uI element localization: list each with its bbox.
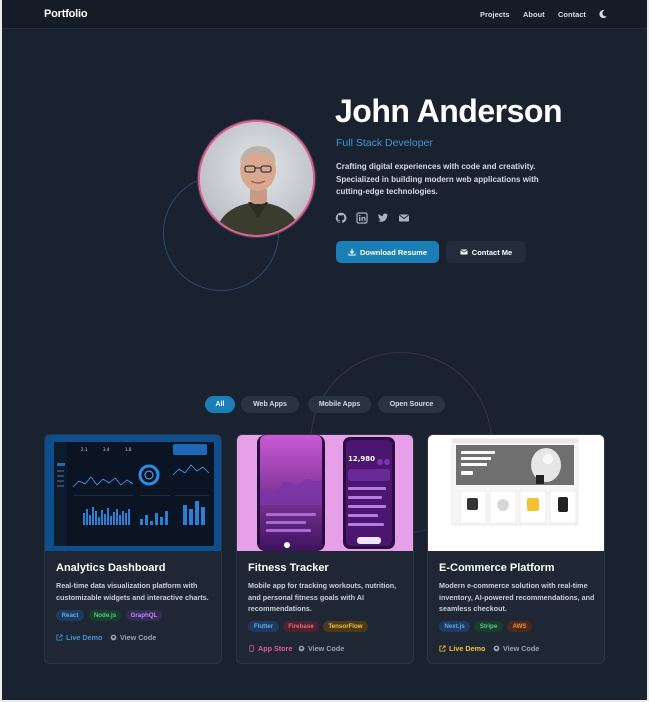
download-resume-button[interactable]: Download Resume — [336, 241, 439, 263]
github-icon — [110, 634, 117, 641]
hero-role: Full Stack Developer — [336, 137, 433, 149]
github-icon — [493, 645, 500, 652]
filter-mobile-apps[interactable]: Mobile Apps — [308, 396, 371, 413]
view-code-link[interactable]: View Code — [298, 644, 344, 653]
hero-name: John Anderson — [335, 93, 562, 129]
tag-graphql: GraphQL — [126, 610, 162, 621]
live-demo-link[interactable]: Live Demo — [439, 644, 485, 653]
twitter-icon[interactable] — [377, 212, 389, 224]
phone-stat: 12,980 — [348, 455, 375, 463]
page: Portfolio Projects About Contact John An… — [2, 0, 647, 700]
svg-text:3.4: 3.4 — [103, 447, 110, 452]
project-title: Analytics Dashboard — [56, 562, 166, 574]
project-title: E-Commerce Platform — [439, 562, 555, 574]
github-icon[interactable] — [335, 212, 347, 224]
project-thumbnail: 2.1 3.4 1.8 — [45, 435, 221, 551]
filter-open-source[interactable]: Open Source — [378, 396, 445, 413]
tag-nextjs: Next.js — [439, 621, 470, 632]
project-card-ecommerce[interactable]: E-Commerce Platform Modern e-commerce so… — [427, 434, 605, 664]
external-link-icon — [439, 645, 446, 652]
project-description: Mobile app for tracking workouts, nutrit… — [248, 581, 397, 613]
svg-text:1.8: 1.8 — [125, 447, 132, 452]
mail-icon — [460, 249, 468, 255]
contact-me-label: Contact Me — [471, 247, 513, 257]
profile-photo — [198, 120, 315, 237]
nav-link-projects[interactable]: Projects — [480, 10, 510, 19]
tag-firebase: Firebase — [283, 621, 319, 632]
nav-link-contact[interactable]: Contact — [558, 10, 586, 19]
hero-description: Crafting digital experiences with code a… — [336, 162, 539, 196]
view-code-label: View Code — [308, 644, 345, 653]
view-code-link[interactable]: View Code — [110, 633, 156, 642]
external-link-icon — [56, 634, 63, 641]
tag-nodejs: Node.js — [89, 610, 121, 621]
project-title: Fitness Tracker — [248, 562, 329, 574]
tag-aws: AWS — [507, 621, 532, 632]
filter-all[interactable]: All — [205, 396, 235, 413]
svg-text:2.1: 2.1 — [81, 447, 88, 452]
live-demo-link[interactable]: Live Demo — [56, 633, 102, 642]
project-thumbnail — [428, 435, 604, 551]
mail-icon[interactable] — [398, 212, 410, 224]
project-description: Modern e-commerce solution with real-tim… — [439, 581, 595, 613]
top-nav: Portfolio Projects About Contact — [2, 0, 647, 29]
brand-logo[interactable]: Portfolio — [44, 8, 88, 20]
tag-flutter: Flutter — [248, 621, 279, 632]
tag-stripe: Stripe — [474, 621, 503, 632]
project-card-fitness[interactable]: 12,980 Fitness Tracker Mobile app for tr… — [236, 434, 414, 664]
project-thumbnail: 12,980 — [237, 435, 413, 551]
tag-react: React — [56, 610, 84, 621]
project-card-analytics[interactable]: 2.1 3.4 1.8 Analytics Dashboard Real-tim… — [44, 434, 222, 664]
app-store-label: App Store — [258, 644, 293, 653]
live-demo-label: Live Demo — [66, 633, 103, 642]
github-icon — [298, 645, 305, 652]
filter-web-apps[interactable]: Web Apps — [241, 396, 299, 413]
moon-icon[interactable] — [598, 9, 608, 19]
mobile-icon — [249, 645, 254, 652]
download-resume-label: Download Resume — [359, 247, 428, 257]
linkedin-icon[interactable] — [356, 212, 368, 224]
view-code-label: View Code — [120, 633, 157, 642]
app-store-link[interactable]: App Store — [248, 644, 292, 653]
project-description: Real-time data visualization platform wi… — [56, 581, 209, 602]
contact-me-button[interactable]: Contact Me — [446, 241, 526, 263]
live-demo-label: Live Demo — [449, 644, 486, 653]
download-icon — [348, 248, 356, 256]
view-code-link[interactable]: View Code — [493, 644, 539, 653]
view-code-label: View Code — [503, 644, 540, 653]
tag-tensorflow: TensorFlow — [323, 621, 368, 632]
nav-link-about[interactable]: About — [523, 10, 545, 19]
